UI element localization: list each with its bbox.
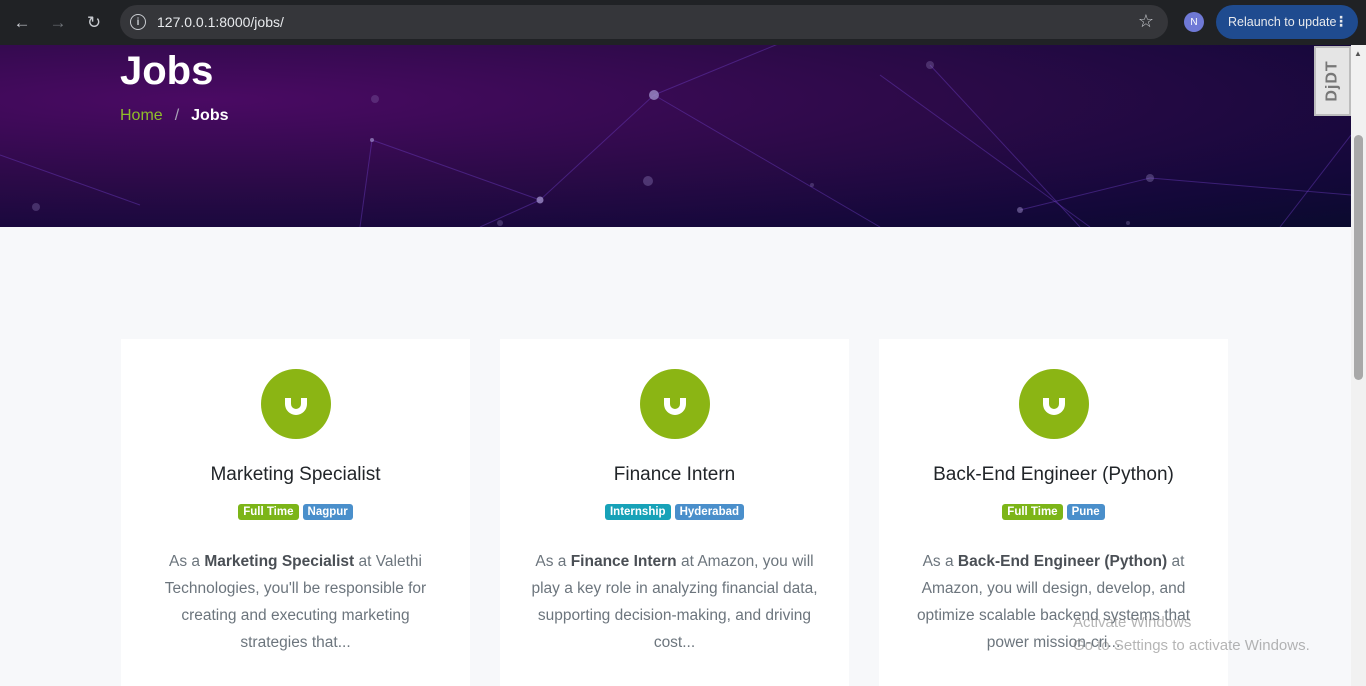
magnet-icon [1042,394,1065,415]
address-bar[interactable]: i 127.0.0.1:8000/jobs/ ☆ [120,5,1168,39]
magnet-icon [284,394,307,415]
company-logo [639,369,710,439]
debug-toolbar-handle[interactable]: DjDT [1314,46,1351,116]
page-scrollbar[interactable]: ▲ [1351,45,1366,686]
magnet-icon [663,394,686,415]
job-card[interactable]: Finance Intern Internship Hyderabad As a… [500,339,849,686]
job-type-badge: Full Time [238,504,299,520]
relaunch-button[interactable]: Relaunch to update ⋮ [1216,5,1358,39]
page-hero: Jobs Home / Jobs [0,45,1351,227]
desc-highlight: Back-End Engineer (Python) [957,553,1168,570]
company-logo [260,369,331,439]
forward-icon[interactable]: → [40,5,76,41]
location-badge: Nagpur [302,504,353,520]
company-logo [1018,369,1089,439]
desc-text: As a [168,553,205,570]
job-type-badge: Full Time [1002,504,1063,520]
scrollbar-thumb[interactable] [1354,135,1363,380]
url-text[interactable]: 127.0.0.1:8000/jobs/ [157,14,284,30]
job-description: As a Marketing Specialist at Valethi Tec… [151,548,441,656]
job-title[interactable]: Marketing Specialist [210,464,380,486]
scroll-up-icon[interactable]: ▲ [1354,49,1362,58]
job-title[interactable]: Finance Intern [614,464,735,486]
location-badge: Hyderabad [674,504,745,520]
back-icon[interactable]: ← [4,5,40,41]
profile-avatar[interactable]: N [1184,12,1204,32]
job-badges: Full Time Nagpur [238,504,353,520]
more-menu-icon[interactable]: ⋮ [1334,13,1348,30]
desc-highlight: Marketing Specialist [204,553,355,570]
debug-toolbar-label: DjDT [1323,60,1341,102]
windows-activation-watermark: Activate Windows Go to Settings to activ… [1073,611,1310,657]
page-title: Jobs [120,49,214,93]
browser-toolbar: ← → ↻ i 127.0.0.1:8000/jobs/ ☆ N Relaunc… [0,0,1366,45]
breadcrumb-current: Jobs [191,107,229,124]
site-info-icon[interactable]: i [130,14,146,30]
job-title[interactable]: Back-End Engineer (Python) [933,464,1174,486]
breadcrumb-home-link[interactable]: Home [120,107,163,125]
job-card[interactable]: Marketing Specialist Full Time Nagpur As… [121,339,470,686]
job-list: Marketing Specialist Full Time Nagpur As… [121,339,1228,686]
job-description: As a Finance Intern at Amazon, you will … [530,548,820,656]
desc-text: As a [535,553,571,570]
bookmark-star-icon[interactable]: ☆ [1138,11,1154,32]
reload-icon[interactable]: ↻ [76,5,112,41]
watermark-subtitle: Go to Settings to activate Windows. [1073,637,1310,654]
breadcrumb: Home / Jobs [120,107,228,125]
desc-highlight: Finance Intern [570,553,677,570]
job-badges: Full Time Pune [1002,504,1105,520]
job-badges: Internship Hyderabad [604,504,745,520]
relaunch-label: Relaunch to update [1228,15,1337,29]
desc-text: As a [922,553,958,570]
breadcrumb-separator: / [174,107,180,124]
job-type-badge: Internship [604,504,671,520]
location-badge: Pune [1066,504,1105,520]
watermark-title: Activate Windows [1073,614,1192,631]
